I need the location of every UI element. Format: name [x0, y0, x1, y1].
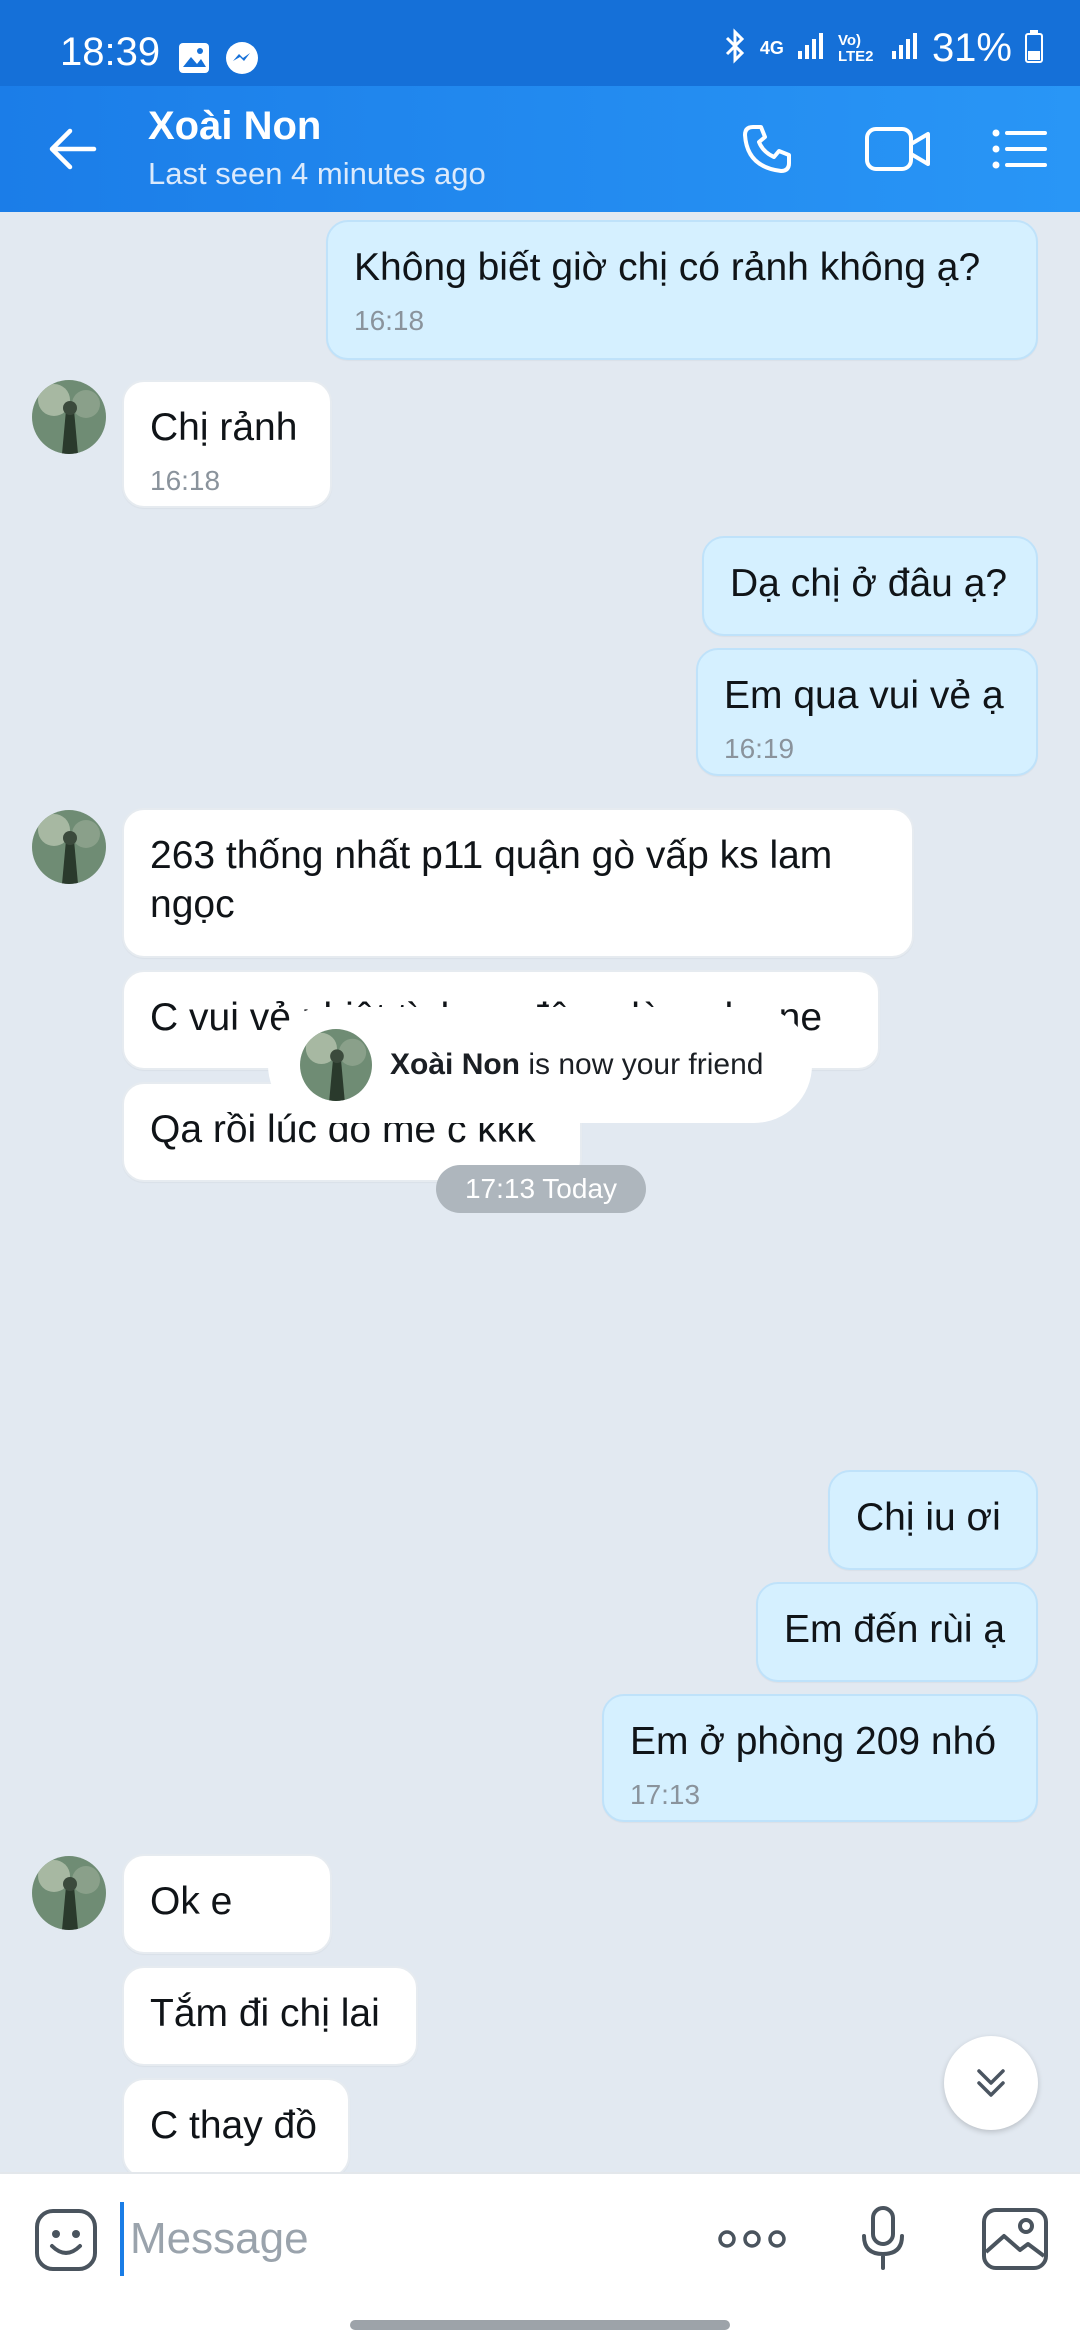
message-text: Chị iu ơi	[856, 1496, 1001, 1539]
contact-avatar[interactable]	[32, 1856, 106, 1930]
more-dots-icon	[718, 2230, 786, 2248]
bluetooth-icon	[722, 28, 748, 69]
menu-button[interactable]	[984, 114, 1054, 184]
home-indicator[interactable]	[350, 2320, 730, 2330]
volte-label: Vo) LTE2	[837, 31, 874, 65]
message-text: 263 thống nhất p11 quận gò vấp ks lam ng…	[150, 834, 833, 926]
video-call-button[interactable]	[858, 114, 938, 184]
message-bubble-incoming[interactable]: Chị rảnh 16:18	[122, 380, 332, 508]
battery-percent: 31%	[931, 26, 1012, 70]
message-input-bar	[0, 2172, 1080, 2340]
friend-added-notice: Xoài Non is now your friend	[268, 1007, 812, 1123]
back-arrow-icon	[49, 128, 97, 170]
list-menu-icon	[992, 129, 1047, 169]
message-text: Em đến rùi ạ	[784, 1608, 1006, 1651]
network-type: 4G	[759, 38, 784, 58]
friend-notice-text: Xoài Non is now your friend	[390, 1048, 763, 1082]
message-text: C thay đồ	[150, 2104, 317, 2147]
voice-call-button[interactable]	[732, 114, 802, 184]
message-bubble-outgoing[interactable]: Dạ chị ở đâu ạ?	[702, 536, 1038, 636]
message-bubble-incoming[interactable]: Tắm đi chị lai	[122, 1966, 418, 2066]
message-text: Dạ chị ở đâu ạ?	[730, 562, 1008, 605]
send-image-button[interactable]	[980, 2206, 1050, 2272]
message-text: Ok e	[150, 1880, 233, 1923]
contact-name[interactable]: Xoài Non	[148, 104, 321, 149]
more-options-button[interactable]	[712, 2214, 792, 2264]
status-right-icons: 4G Vo) LTE2 31%	[722, 26, 1044, 71]
message-bubble-outgoing[interactable]: Em ở phòng 209 nhó 17:13	[602, 1694, 1038, 1822]
message-bubble-outgoing[interactable]: Em đến rùi ạ	[756, 1582, 1038, 1682]
back-button[interactable]	[40, 116, 106, 182]
voice-record-button[interactable]	[858, 2204, 908, 2274]
status-bar: 18:39 4G Vo) LTE2 31%	[0, 0, 1080, 86]
phone-icon	[743, 125, 791, 173]
message-time: 16:18	[150, 464, 221, 496]
message-bubble-outgoing[interactable]: Chị iu ơi	[828, 1470, 1038, 1570]
contact-avatar[interactable]	[32, 380, 106, 454]
date-separator: 17:13 Today	[436, 1165, 646, 1213]
double-chevron-down-icon	[977, 2069, 1005, 2097]
video-camera-icon	[865, 127, 930, 171]
emoji-button[interactable]	[32, 2206, 100, 2274]
signal-icon-2	[890, 31, 920, 66]
signal-icon	[796, 31, 826, 66]
message-text: Không biết giờ chị có rảnh không ạ?	[354, 246, 981, 289]
status-notification-icons	[176, 40, 260, 81]
message-input[interactable]	[120, 2202, 680, 2276]
message-time: 16:19	[724, 732, 795, 764]
friend-notice-name: Xoài Non	[390, 1048, 521, 1081]
messenger-icon	[224, 40, 260, 81]
friend-notice-message: is now your friend	[520, 1048, 764, 1081]
status-time: 18:39	[60, 30, 161, 74]
image-gallery-icon	[982, 2208, 1048, 2270]
message-text: Chị rảnh	[150, 406, 298, 449]
contact-avatar[interactable]	[32, 810, 106, 884]
message-text: Em qua vui vẻ ạ	[724, 674, 1004, 717]
battery-icon	[1024, 29, 1044, 68]
message-text: Tắm đi chị lai	[150, 1992, 380, 2035]
message-time: 17:13	[630, 1778, 701, 1810]
sticker-smile-icon	[35, 2209, 97, 2271]
contact-avatar-small	[300, 1029, 372, 1101]
chat-header: Xoài Non Last seen 4 minutes ago	[0, 86, 1080, 212]
scroll-to-bottom-button[interactable]	[944, 2036, 1038, 2130]
message-bubble-incoming[interactable]: Ok e	[122, 1854, 332, 1954]
message-bubble-outgoing[interactable]: Em qua vui vẻ ạ 16:19	[696, 648, 1038, 776]
message-bubble-incoming[interactable]: C thay đồ	[122, 2078, 350, 2172]
message-time: 16:18	[354, 304, 425, 336]
last-seen-status: Last seen 4 minutes ago	[148, 156, 486, 191]
message-bubble-outgoing[interactable]: Không biết giờ chị có rảnh không ạ? 16:1…	[326, 220, 1038, 360]
chat-area[interactable]: Không biết giờ chị có rảnh không ạ? 16:1…	[0, 212, 1080, 2172]
microphone-icon	[862, 2206, 904, 2270]
message-text: Em ở phòng 209 nhó	[630, 1720, 997, 1763]
message-bubble-incoming[interactable]: 263 thống nhất p11 quận gò vấp ks lam ng…	[122, 808, 914, 958]
gallery-icon	[176, 40, 212, 81]
